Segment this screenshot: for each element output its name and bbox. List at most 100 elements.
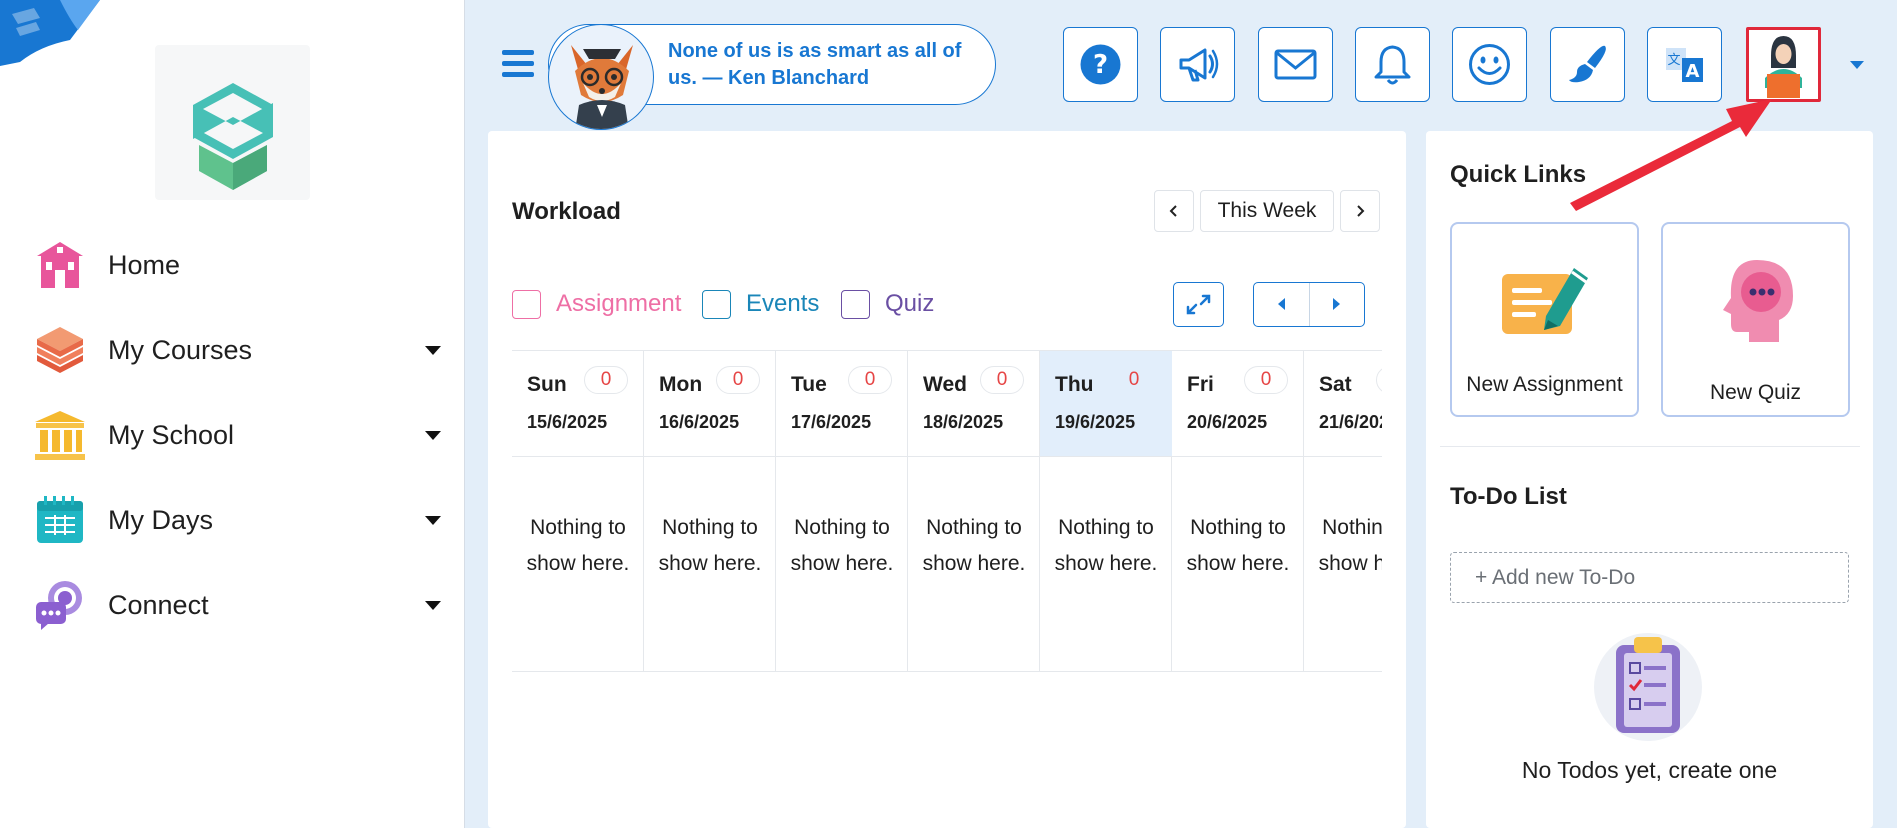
svg-text:?: ? <box>1093 50 1108 80</box>
day-count-badge: 0 <box>1376 366 1382 394</box>
app-logo[interactable] <box>155 45 310 200</box>
scroll-right-button[interactable] <box>1308 283 1365 326</box>
previous-week-button[interactable] <box>1154 190 1194 232</box>
workload-card: Workload This Week Assignment Events Qui… <box>488 131 1406 828</box>
svg-text:A: A <box>1686 61 1700 82</box>
divider <box>1440 446 1860 447</box>
chat-icon <box>36 581 82 630</box>
sidebar-item-connect[interactable]: Connect <box>0 570 465 640</box>
menu-toggle-button[interactable] <box>502 50 534 78</box>
day-date: 20/6/2025 <box>1187 412 1268 432</box>
chevron-down-icon[interactable] <box>425 600 441 610</box>
theme-button[interactable] <box>1550 27 1625 102</box>
translate-icon: A 文 <box>1666 48 1703 82</box>
mascot-avatar <box>548 24 654 130</box>
clipboard-icon <box>1594 633 1702 741</box>
teacher-avatar-icon <box>1765 36 1802 98</box>
language-button[interactable]: A 文 <box>1647 27 1722 102</box>
caret-right-icon <box>1332 298 1340 310</box>
empty-message: Nothing toshow here. <box>658 516 762 575</box>
sidebar-item-my-days[interactable]: My Days <box>0 485 465 555</box>
svg-text:文: 文 <box>1667 53 1680 68</box>
day-column[interactable]: Sun 0 15/6/2025 Nothing to show here. <box>512 351 644 671</box>
megaphone-icon <box>1179 48 1219 82</box>
help-icon: ? <box>1080 44 1121 85</box>
day-column[interactable]: Fri 0 20/6/2025 Nothing to show here. <box>1172 351 1304 671</box>
chevron-down-icon[interactable] <box>425 515 441 525</box>
next-week-button[interactable] <box>1340 190 1380 232</box>
checkbox[interactable] <box>702 289 731 319</box>
help-button[interactable]: ? <box>1063 27 1138 102</box>
workload-title: Workload <box>512 198 621 225</box>
scroll-left-button[interactable] <box>1254 283 1309 326</box>
empty-message: Nothing toshow here. <box>526 516 630 575</box>
empty-message: Nothing toshow here. <box>790 516 894 575</box>
day-column[interactable]: Sat 0 21/6/2025 Nothing toshow here. <box>1304 351 1382 671</box>
sidebar-item-label: My Days <box>108 504 214 535</box>
checkbox[interactable] <box>841 289 870 319</box>
filter-events[interactable]: Events <box>702 289 819 319</box>
filter-quiz[interactable]: Quiz <box>841 289 934 319</box>
chevron-down-icon[interactable] <box>425 430 441 440</box>
day-count-badge: 0 <box>716 366 760 394</box>
smiley-icon <box>1469 44 1510 85</box>
day-column[interactable]: Wed 0 18/6/2025 Nothing to show here. <box>908 351 1040 671</box>
day-count-badge: 0 <box>980 366 1024 394</box>
day-name: Mon <box>659 373 703 396</box>
notifications-button[interactable] <box>1355 27 1430 102</box>
expand-button[interactable] <box>1173 282 1224 327</box>
day-name: Fri <box>1187 373 1214 396</box>
messages-button[interactable] <box>1258 27 1333 102</box>
corner-badge-icon <box>0 0 100 66</box>
day-date: 21/6/2025 <box>1319 412 1382 432</box>
profile-dropdown-icon[interactable] <box>1850 61 1864 69</box>
filter-label: Assignment <box>556 290 682 317</box>
filter-assignment[interactable]: Assignment <box>512 289 681 319</box>
sidebar-item-label: My Courses <box>108 334 253 365</box>
announcements-button[interactable] <box>1160 27 1235 102</box>
day-name: Tue <box>791 373 827 396</box>
day-date: 15/6/2025 <box>527 412 608 432</box>
day-date: 17/6/2025 <box>791 412 872 432</box>
day-date: 16/6/2025 <box>659 412 740 432</box>
empty-todo-message: No Todos yet, create one <box>1521 757 1778 783</box>
logo-icon <box>193 83 273 190</box>
new-quiz-icon <box>1723 260 1793 342</box>
week-range-label[interactable]: This Week <box>1200 190 1334 232</box>
sidebar: Home My Courses My School My Days Connec… <box>0 0 465 828</box>
checkbox[interactable] <box>512 289 541 319</box>
day-date: 18/6/2025 <box>923 412 1004 432</box>
day-column[interactable]: Tue 0 17/6/2025 Nothing to show here. <box>776 351 908 671</box>
chevron-right-icon <box>1357 205 1365 217</box>
new-assignment-icon <box>1502 268 1588 334</box>
day-count-badge: 0 <box>1244 366 1288 394</box>
profile-button[interactable] <box>1746 27 1821 102</box>
books-icon <box>37 327 83 373</box>
fox-mascot-icon <box>571 45 633 129</box>
new-assignment-button[interactable]: New Assignment <box>1450 222 1639 417</box>
caret-left-icon <box>1278 298 1285 310</box>
filter-label: Quiz <box>885 290 935 317</box>
new-quiz-button[interactable]: New Quiz <box>1661 222 1850 417</box>
day-count-badge: 0 <box>584 366 628 394</box>
sidebar-item-home[interactable]: Home <box>0 230 465 300</box>
add-todo-input[interactable] <box>1450 552 1849 603</box>
sidebar-item-my-school[interactable]: My School <box>0 400 465 470</box>
bell-icon <box>1374 45 1411 85</box>
workload-days: Sun 0 15/6/2025 Nothing to show here. Mon 0 1… <box>512 350 1382 672</box>
empty-message: Nothing toshow here. <box>1318 516 1382 575</box>
side-panel: Quick Links New Assignment New Quiz To-D… <box>1426 131 1873 828</box>
brush-icon <box>1569 45 1606 83</box>
quote-text: None of us is as smart as all of us. — K… <box>668 40 962 89</box>
day-column[interactable]: Mon 0 16/6/2025 Nothing to show here. <box>644 351 776 671</box>
day-column-today[interactable]: Thu 0 19/6/2025 Nothing to show here. <box>1040 351 1172 671</box>
sidebar-item-label: My School <box>108 419 235 450</box>
day-count-badge: 0 <box>848 366 892 394</box>
chevron-down-icon[interactable] <box>425 345 441 355</box>
empty-message: Nothing toshow here. <box>1186 516 1290 575</box>
tile-label: New Quiz <box>1709 381 1802 404</box>
sidebar-item-label: Connect <box>108 589 209 620</box>
sidebar-item-my-courses[interactable]: My Courses <box>0 315 465 385</box>
mood-button[interactable] <box>1452 27 1527 102</box>
chevron-left-icon <box>1169 205 1177 217</box>
